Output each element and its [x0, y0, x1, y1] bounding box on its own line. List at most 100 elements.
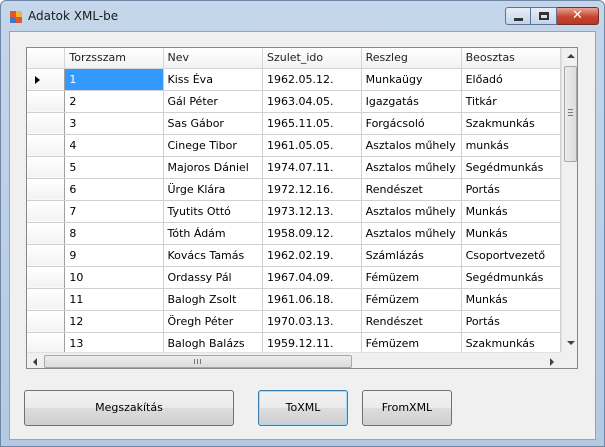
cell-szulet-ido[interactable]: 1965.11.05.	[262, 112, 362, 135]
cell-szulet-ido[interactable]: 1962.05.12.	[262, 68, 362, 91]
column-header-torzsszam[interactable]: Torzsszam	[64, 48, 164, 69]
title-bar[interactable]: Adatok XML-be ✕	[1, 1, 604, 31]
cell-torzsszam[interactable]: 4	[64, 134, 164, 157]
table-row[interactable]: 13 Balogh Balázs 1959.12.11. Fémüzem Szakmun…	[27, 332, 561, 352]
row-header[interactable]	[27, 134, 66, 157]
cell-szulet-ido[interactable]: 1970.03.13.	[262, 310, 362, 333]
cell-szulet-ido[interactable]: 1967.04.09.	[262, 266, 362, 289]
horizontal-scroll-thumb[interactable]	[44, 355, 352, 368]
row-header[interactable]	[27, 112, 66, 135]
column-header-reszleg[interactable]: Reszleg	[361, 48, 462, 69]
cell-beosztas[interactable]: Segédmunkás	[461, 156, 561, 179]
row-header[interactable]	[27, 266, 66, 289]
cell-nev[interactable]: Kovács Tamás	[163, 244, 263, 267]
row-header[interactable]	[27, 244, 66, 267]
cell-nev[interactable]: Gál Péter	[163, 90, 263, 113]
to-xml-button[interactable]: ToXML	[258, 390, 348, 426]
grid-corner-header[interactable]	[27, 48, 66, 69]
table-row[interactable]: 9 Kovács Tamás 1962.02.19. Számlázás Csoport…	[27, 244, 561, 267]
column-header-beosztas[interactable]: Beosztas	[461, 48, 561, 69]
table-row[interactable]: 4 Cinege Tibor 1961.05.05. Asztalos műhely m…	[27, 134, 561, 157]
cell-reszleg[interactable]: Fémüzem	[361, 266, 462, 289]
scroll-left-icon[interactable]	[33, 358, 37, 366]
cell-beosztas[interactable]: Szakmunkás	[461, 112, 561, 135]
cell-torzsszam[interactable]: 6	[64, 178, 164, 201]
cell-torzsszam[interactable]: 7	[64, 200, 164, 223]
cell-nev[interactable]: Sas Gábor	[163, 112, 263, 135]
cell-nev[interactable]: Balogh Balázs	[163, 332, 263, 352]
row-header[interactable]	[27, 310, 66, 333]
cell-reszleg[interactable]: Fémüzem	[361, 332, 462, 352]
table-row[interactable]: 6 Ürge Klára 1972.12.16. Rendészet Portás	[27, 178, 561, 201]
cell-torzsszam[interactable]: 2	[64, 90, 164, 113]
cell-reszleg[interactable]: Rendészet	[361, 310, 462, 333]
cell-reszleg[interactable]: Asztalos műhely	[361, 156, 462, 179]
cell-reszleg[interactable]: Asztalos műhely	[361, 134, 462, 157]
row-header[interactable]	[27, 332, 66, 352]
table-row[interactable]: 12 Öregh Péter 1970.03.13. Rendészet Portás	[27, 310, 561, 333]
cell-torzsszam[interactable]: 13	[64, 332, 164, 352]
cell-torzsszam[interactable]: 12	[64, 310, 164, 333]
row-header[interactable]	[27, 68, 66, 91]
table-row[interactable]: 1 Kiss Éva 1962.05.12. Munkaügy Előadó	[27, 68, 561, 91]
cell-beosztas[interactable]: Portás	[461, 178, 561, 201]
cell-nev[interactable]: Majoros Dániel	[163, 156, 263, 179]
cell-nev[interactable]: Tóth Ádám	[163, 222, 263, 245]
cell-beosztas[interactable]: Titkár	[461, 90, 561, 113]
cell-szulet-ido[interactable]: 1963.04.05.	[262, 90, 362, 113]
cell-reszleg[interactable]: Rendészet	[361, 178, 462, 201]
cell-torzsszam[interactable]: 3	[64, 112, 164, 135]
cell-reszleg[interactable]: Számlázás	[361, 244, 462, 267]
cell-beosztas[interactable]: munkás	[461, 134, 561, 157]
vertical-scrollbar[interactable]	[561, 48, 577, 352]
cancel-button[interactable]: Megszakítás	[24, 390, 234, 426]
horizontal-scrollbar[interactable]	[27, 352, 561, 368]
maximize-button[interactable]	[531, 7, 557, 25]
row-header[interactable]	[27, 200, 66, 223]
cell-nev[interactable]: Cinege Tibor	[163, 134, 263, 157]
cell-nev[interactable]: Kiss Éva	[163, 68, 263, 91]
cell-beosztas[interactable]: Portás	[461, 310, 561, 333]
row-header[interactable]	[27, 90, 66, 113]
scroll-up-icon[interactable]	[567, 54, 575, 58]
cell-beosztas[interactable]: Munkás	[461, 222, 561, 245]
cell-szulet-ido[interactable]: 1959.12.11.	[262, 332, 362, 352]
cell-reszleg[interactable]: Fémüzem	[361, 288, 462, 311]
table-row[interactable]: 5 Majoros Dániel 1974.07.11. Asztalos műhel…	[27, 156, 561, 179]
cell-beosztas[interactable]: Munkás	[461, 200, 561, 223]
cell-beosztas[interactable]: Segédmunkás	[461, 266, 561, 289]
table-row[interactable]: 2 Gál Péter 1963.04.05. Igazgatás Titkár	[27, 90, 561, 113]
cell-nev[interactable]: Tyutits Ottó	[163, 200, 263, 223]
table-row[interactable]: 10 Ordassy Pál 1967.04.09. Fémüzem Segédmunk…	[27, 266, 561, 289]
cell-beosztas[interactable]: Csoportvezető	[461, 244, 561, 267]
cell-torzsszam[interactable]: 8	[64, 222, 164, 245]
cell-reszleg[interactable]: Forgácsoló	[361, 112, 462, 135]
cell-szulet-ido[interactable]: 1972.12.16.	[262, 178, 362, 201]
cell-szulet-ido[interactable]: 1962.02.19.	[262, 244, 362, 267]
cell-reszleg[interactable]: Asztalos műhely	[361, 222, 462, 245]
column-header-szulet-ido[interactable]: Szulet_ido	[262, 48, 362, 69]
table-row[interactable]: 8 Tóth Ádám 1958.09.12. Asztalos műhely Munk…	[27, 222, 561, 245]
minimize-button[interactable]	[505, 7, 531, 25]
cell-torzsszam[interactable]: 5	[64, 156, 164, 179]
cell-szulet-ido[interactable]: 1974.07.11.	[262, 156, 362, 179]
cell-beosztas[interactable]: Munkás	[461, 288, 561, 311]
scroll-right-icon[interactable]	[550, 358, 554, 366]
cell-beosztas[interactable]: Előadó	[461, 68, 561, 91]
cell-szulet-ido[interactable]: 1961.05.05.	[262, 134, 362, 157]
cell-szulet-ido[interactable]: 1973.12.13.	[262, 200, 362, 223]
cell-nev[interactable]: Ürge Klára	[163, 178, 263, 201]
close-button[interactable]: ✕	[557, 7, 599, 25]
scroll-down-icon[interactable]	[567, 341, 575, 345]
cell-torzsszam[interactable]: 10	[64, 266, 164, 289]
cell-nev[interactable]: Balogh Zsolt	[163, 288, 263, 311]
cell-torzsszam[interactable]: 9	[64, 244, 164, 267]
cell-szulet-ido[interactable]: 1961.06.18.	[262, 288, 362, 311]
from-xml-button[interactable]: FromXML	[362, 390, 452, 426]
cell-torzsszam[interactable]: 1	[64, 68, 164, 91]
vertical-scroll-thumb[interactable]	[564, 66, 577, 162]
table-row[interactable]: 7 Tyutits Ottó 1973.12.13. Asztalos műhely M…	[27, 200, 561, 223]
table-row[interactable]: 11 Balogh Zsolt 1961.06.18. Fémüzem Munkás	[27, 288, 561, 311]
cell-szulet-ido[interactable]: 1958.09.12.	[262, 222, 362, 245]
table-row[interactable]: 3 Sas Gábor 1965.11.05. Forgácsoló Szakmunká…	[27, 112, 561, 135]
